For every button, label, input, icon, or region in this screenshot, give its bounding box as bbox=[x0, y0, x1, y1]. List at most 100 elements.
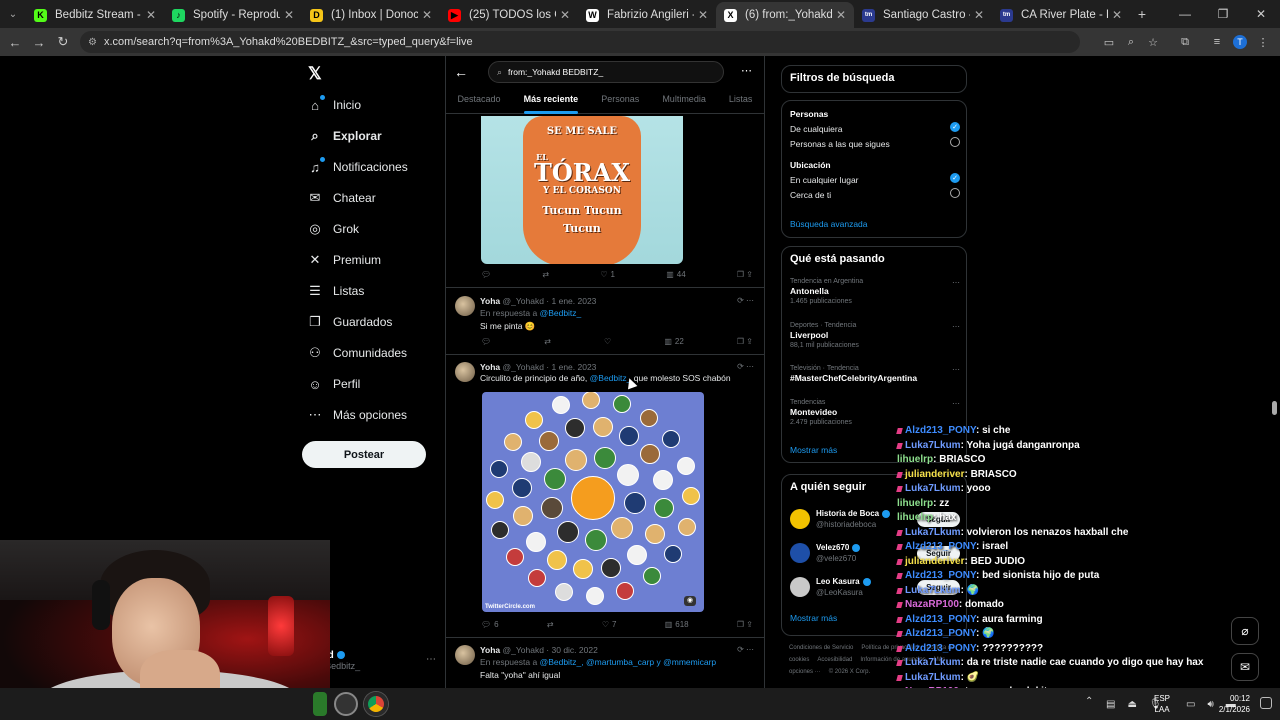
avatar[interactable] bbox=[455, 296, 475, 316]
views-button[interactable]: ▥ 22 bbox=[664, 337, 683, 346]
radio-checked-icon[interactable]: ✓ bbox=[950, 122, 960, 132]
chat-username[interactable]: julianderiver bbox=[905, 469, 964, 480]
chat-username[interactable]: Luka7Lkum bbox=[905, 672, 961, 683]
nav-item-listas[interactable]: ☰ Listas bbox=[308, 283, 438, 298]
browser-tab[interactable]: K Bedbitz Stream - Watch L ✕ bbox=[26, 2, 164, 28]
chat-username[interactable]: Luka7Lkum bbox=[905, 483, 961, 494]
tab-personas[interactable]: Personas bbox=[601, 89, 639, 113]
tab-close-icon[interactable]: ✕ bbox=[146, 8, 156, 22]
browser-tab[interactable]: tm CA River Plate - Plantilla ✕ bbox=[992, 2, 1130, 28]
browser-tab[interactable]: D (1) Inbox | Donoclip ✕ bbox=[302, 2, 440, 28]
browser-tab[interactable]: ♪ Spotify - Reproductor we ✕ bbox=[164, 2, 302, 28]
media-icon[interactable]: ≡ bbox=[1206, 36, 1228, 48]
retweet-icon[interactable]: ⇄ bbox=[542, 270, 549, 279]
twitter-circle-image[interactable]: TwitterCircle.com ◉ bbox=[482, 392, 704, 612]
tab-close-icon[interactable]: ✕ bbox=[836, 8, 846, 22]
search-more-icon[interactable]: ⋯ bbox=[741, 64, 752, 77]
chat-username[interactable]: Luka7Lkum bbox=[905, 585, 961, 596]
reply-button[interactable]: 💬︎ 6 bbox=[481, 620, 499, 629]
chat-username[interactable]: Alzd213_PONY bbox=[905, 541, 976, 552]
x-logo-icon[interactable]: 𝕏 bbox=[308, 64, 322, 84]
page-scrollbar[interactable] bbox=[1270, 56, 1278, 688]
new-tab-button[interactable]: + bbox=[1130, 6, 1154, 22]
back-arrow-icon[interactable]: ← bbox=[3, 35, 27, 50]
tray-app-icon[interactable]: ▤ bbox=[1106, 699, 1115, 710]
tweet-more-icon[interactable]: ⟳ ⋯ bbox=[737, 362, 754, 371]
nav-item-notificaciones[interactable]: ♫ Notificaciones bbox=[308, 157, 438, 175]
tab-más-reciente[interactable]: Más reciente bbox=[523, 89, 578, 114]
zoom-icon[interactable]: ⌕ bbox=[1120, 36, 1142, 49]
radio-icon[interactable] bbox=[950, 137, 960, 147]
trend-item[interactable]: Deportes · Tendencia Liverpool 88,1 mil pu… bbox=[790, 322, 960, 349]
install-app-icon[interactable]: ▭ bbox=[1098, 36, 1120, 49]
clock[interactable]: 00:12 2/1/2026 bbox=[1219, 693, 1250, 715]
chat-username[interactable]: Alzd213_PONY bbox=[905, 614, 976, 625]
taskbar-chrome-icon[interactable] bbox=[364, 692, 388, 716]
tab-close-icon[interactable]: ✕ bbox=[560, 8, 570, 22]
chat-username[interactable]: lihuelrp bbox=[897, 498, 933, 509]
tab-close-icon[interactable]: ✕ bbox=[284, 8, 294, 22]
nav-item-premium[interactable]: ✕ Premium bbox=[308, 252, 438, 267]
filter-option-anywhere[interactable]: En cualquier lugar ✓ bbox=[790, 173, 960, 185]
avatar[interactable] bbox=[790, 543, 810, 563]
avatar[interactable] bbox=[790, 509, 810, 529]
tab-close-icon[interactable]: ✕ bbox=[1112, 8, 1122, 22]
bookmark-share-icons[interactable]: ❐ ⇪ bbox=[737, 270, 753, 279]
chat-username[interactable]: Luka7Lkum bbox=[905, 440, 961, 451]
mention-link[interactable]: @Bedbitz_ bbox=[540, 308, 582, 318]
chat-username[interactable]: Luka7Lkum bbox=[905, 657, 961, 668]
chat-username[interactable]: Alzd213_PONY bbox=[905, 425, 976, 436]
gif-media[interactable]: SE ME SALE EL TÓRAX Y EL CORASON Tucun T… bbox=[481, 116, 683, 264]
language-indicator[interactable]: ESP LAA bbox=[1154, 693, 1170, 715]
reload-icon[interactable]: ↻ bbox=[51, 34, 75, 50]
restore-icon[interactable]: ❐ bbox=[1204, 7, 1242, 21]
nav-item-más-opciones[interactable]: ⋯ Más opciones bbox=[308, 407, 438, 422]
follow-show-more-link[interactable]: Mostrar más bbox=[790, 613, 837, 623]
site-info-icon[interactable]: ⚙ bbox=[88, 37, 97, 48]
messages-float-icon[interactable]: ✉ bbox=[1231, 653, 1259, 681]
retweet-icon[interactable]: ⇄ bbox=[547, 620, 554, 629]
filter-option-anyone[interactable]: De cualquiera ✓ bbox=[790, 122, 960, 134]
bookmark-star-icon[interactable]: ☆ bbox=[1142, 36, 1164, 49]
trend-more-icon[interactable]: ⋯ bbox=[952, 365, 960, 374]
filter-option-following[interactable]: Personas a las que sigues bbox=[790, 137, 960, 149]
heart-icon[interactable]: ♡ bbox=[604, 337, 611, 346]
nav-item-inicio[interactable]: ⌂ Inicio bbox=[308, 95, 438, 113]
nav-item-chatear[interactable]: ✉ Chatear bbox=[308, 190, 438, 205]
nav-item-explorar[interactable]: ⌕ Explorar bbox=[308, 128, 438, 143]
chat-username[interactable]: NazaRP100 bbox=[905, 599, 959, 610]
views-button[interactable]: ▥ 618 bbox=[665, 620, 689, 629]
tab-listas[interactable]: Listas bbox=[729, 89, 753, 113]
tweet-more-icon[interactable]: ⟳ ⋯ bbox=[737, 296, 754, 305]
bookmark-share-icons[interactable]: ❐ ⇪ bbox=[737, 337, 753, 346]
footer-link[interactable]: Accesibilidad bbox=[817, 657, 852, 663]
url-bar[interactable]: ⚙ x.com/search?q=from%3A_Yohakd%20BEDBIT… bbox=[80, 31, 1080, 53]
reply-icon[interactable]: 💬︎ bbox=[481, 270, 491, 279]
usb-icon[interactable]: ⏏ bbox=[1127, 699, 1136, 710]
minimize-icon[interactable]: — bbox=[1166, 7, 1204, 21]
browser-tab[interactable]: ▶ (25) TODOS los GOLES de ✕ bbox=[440, 2, 578, 28]
grok-float-icon[interactable]: ⌀ bbox=[1231, 617, 1259, 645]
trend-more-icon[interactable]: ⋯ bbox=[952, 278, 960, 287]
account-more-icon[interactable]: ⋯ bbox=[426, 654, 436, 665]
advanced-search-link[interactable]: Búsqueda avanzada bbox=[790, 219, 868, 229]
nav-item-guardados[interactable]: ❐ Guardados bbox=[308, 314, 438, 329]
tab-search-icon[interactable]: ⌄ bbox=[0, 0, 26, 28]
browser-menu-icon[interactable]: ⋮ bbox=[1252, 36, 1274, 49]
account-switcher[interactable]: bed @Bedbitz_ ⋯ bbox=[316, 650, 436, 671]
footer-link[interactable]: © 2026 X Corp. bbox=[829, 669, 870, 675]
reply-icon[interactable]: 💬︎ bbox=[481, 337, 491, 346]
browser-tab[interactable]: tm Santiago Castro - Datos d ✕ bbox=[854, 2, 992, 28]
chat-username[interactable]: Alzd213_PONY bbox=[905, 643, 976, 654]
chat-username[interactable]: Alzd213_PONY bbox=[905, 570, 976, 581]
trend-item[interactable]: Tendencia en Argentina Antonella 1.465 pub… bbox=[790, 278, 960, 305]
chat-username[interactable]: lihuelrp bbox=[897, 512, 933, 523]
browser-tab[interactable]: X (6) from:_Yohakd BEDBITZ ✕ bbox=[716, 2, 854, 28]
chat-username[interactable]: lihuelrp bbox=[897, 454, 933, 465]
tab-multimedia[interactable]: Multimedia bbox=[662, 89, 706, 113]
browser-tab[interactable]: W Fabrizio Angileri - Wikipe ✕ bbox=[578, 2, 716, 28]
nav-item-comunidades[interactable]: ⚇ Comunidades bbox=[308, 345, 438, 360]
tray-chevron-icon[interactable]: ⌃ bbox=[1085, 696, 1093, 707]
avatar[interactable] bbox=[455, 645, 475, 665]
back-icon[interactable]: ← bbox=[454, 64, 468, 80]
